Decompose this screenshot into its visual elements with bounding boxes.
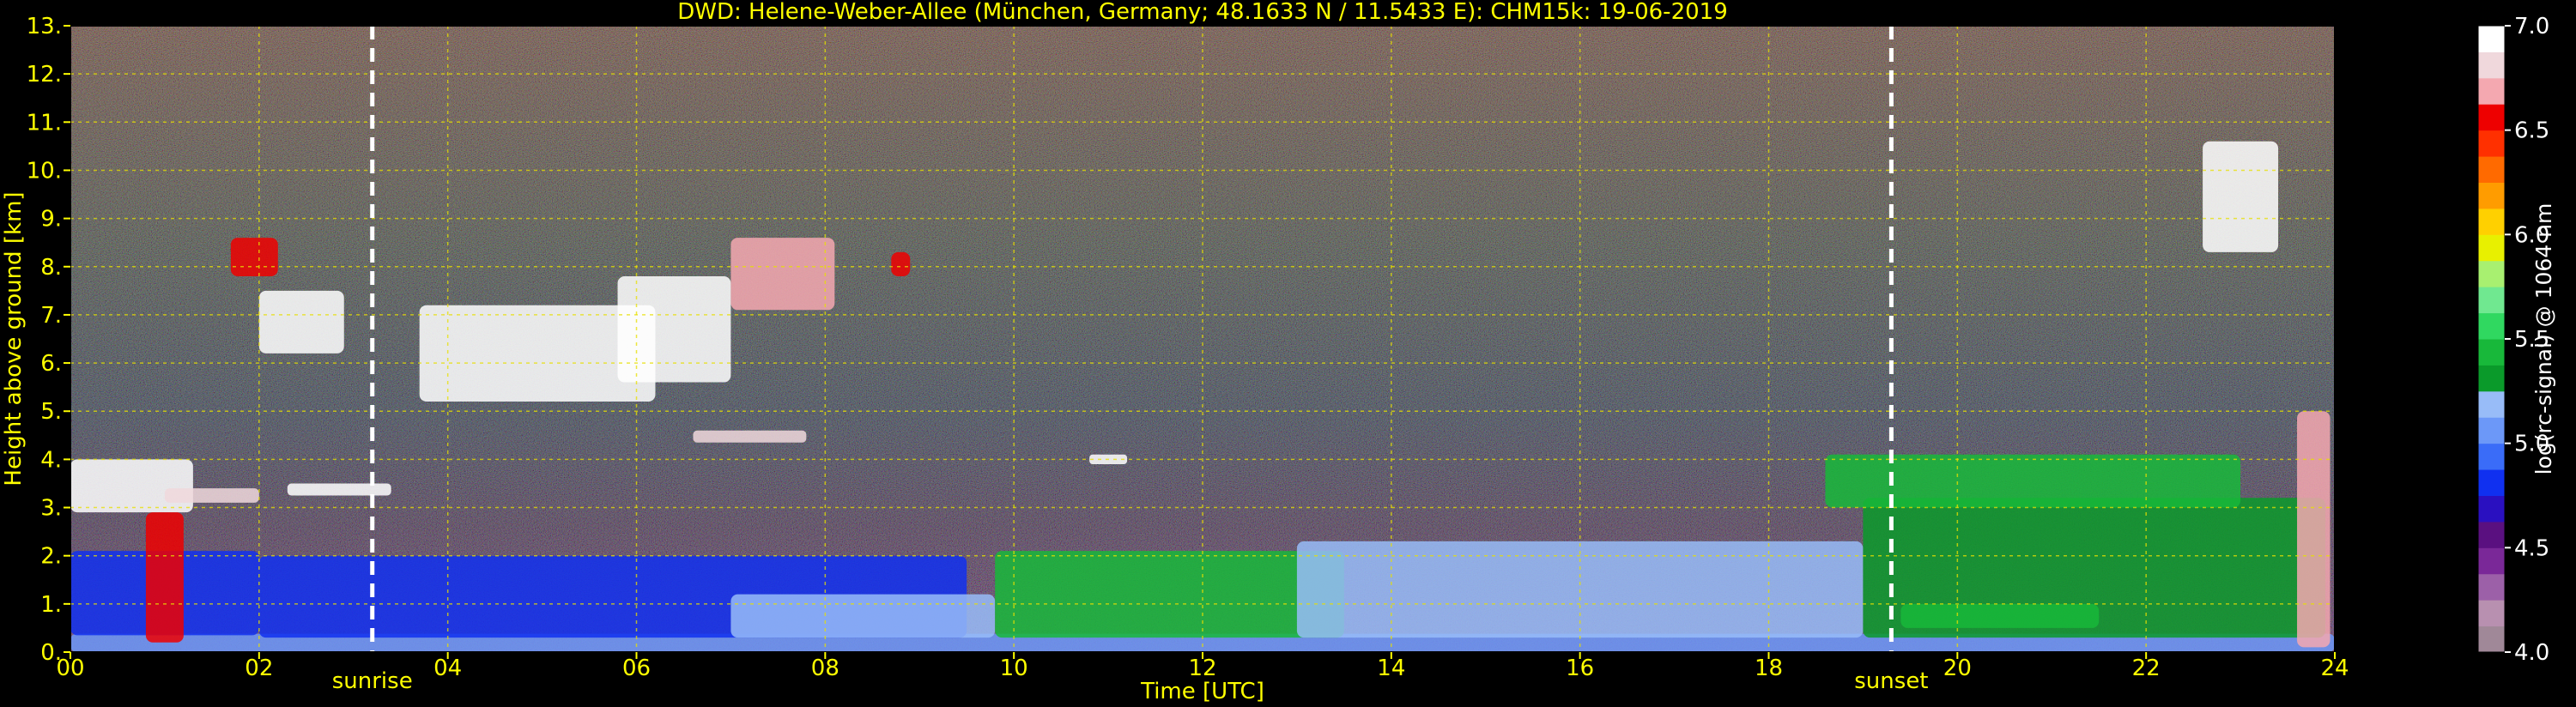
colorbar-segment	[2478, 26, 2505, 52]
signal-feature-20	[891, 251, 911, 276]
colorbar-segment	[2478, 625, 2505, 653]
sunset-label: sunset	[1854, 668, 1928, 694]
y-tick-label: 2.	[40, 544, 62, 570]
y-tick-label: 5.	[40, 399, 62, 425]
colorbar-segment	[2478, 417, 2505, 444]
x-tick-label: 20	[1943, 656, 1972, 681]
y-tick-label: 9.	[40, 207, 62, 233]
signal-feature-16	[617, 276, 731, 383]
signal-feature-3	[730, 594, 996, 638]
signal-feature-13	[258, 290, 344, 354]
y-tick-label: 8.	[40, 255, 62, 281]
colorbar-segment	[2478, 469, 2505, 496]
colorbar-tick-label: 7.0	[2514, 14, 2549, 39]
colorbar-segment	[2478, 312, 2505, 340]
plot-area	[70, 25, 2336, 653]
y-tick-label: 1.	[40, 592, 62, 618]
y-tick-label: 11.	[27, 110, 62, 136]
colorbar-segment	[2478, 182, 2505, 209]
colorbar-segment	[2478, 234, 2505, 262]
signal-feature-22	[2297, 411, 2331, 648]
ceilometer-chart: DWD: Helene-Weber-Allee (München, German…	[1, 0, 2556, 704]
signal-feature-7	[1900, 603, 2100, 628]
colorbar-segment	[2478, 77, 2505, 105]
x-tick-label: 04	[433, 656, 462, 681]
y-tick-label: 12.	[27, 62, 62, 88]
colorbar-segment	[2478, 260, 2505, 287]
colorbar-tick-label: 4.5	[2514, 535, 2549, 561]
sunrise-label: sunrise	[332, 668, 413, 694]
signal-feature-8	[1825, 454, 2241, 508]
x-tick-label: 14	[1377, 656, 1405, 681]
y-tick-label: 13.	[27, 14, 62, 39]
y-tick-label: 6.	[40, 351, 62, 377]
x-tick-label: 18	[1755, 656, 1783, 681]
x-tick-label: 10	[1000, 656, 1028, 681]
colorbar-segment	[2478, 365, 2505, 392]
colorbar-segment	[2478, 130, 2505, 157]
signal-feature-4	[995, 551, 1344, 638]
x-tick-label: 06	[622, 656, 651, 681]
colorbar-segment	[2478, 495, 2505, 523]
x-tick-label: 08	[811, 656, 839, 681]
colorbar-segment	[2478, 573, 2505, 601]
signal-feature-10	[145, 512, 184, 643]
colorbar-segment	[2478, 156, 2505, 183]
y-axis-label: Height above ground [km]	[1, 191, 27, 486]
chart-title: DWD: Helene-Weber-Allee (München, German…	[677, 0, 1728, 25]
colorbar-segment	[2478, 104, 2505, 131]
signal-feature-17	[730, 238, 835, 311]
x-tick-label: 16	[1566, 656, 1594, 681]
colorbar-segment	[2478, 521, 2505, 548]
colorbar-segment	[2478, 600, 2505, 627]
y-axis: 0. 1. 2. 3. 4. 5. 6. 7. 8. 9. 10. 11. 12. 13.	[27, 14, 70, 666]
x-tick-label: 22	[2132, 656, 2161, 681]
colorbar-segment	[2478, 390, 2505, 418]
signal-feature-11	[164, 488, 259, 503]
colorbar-segment	[2478, 443, 2505, 470]
signal-feature-9	[70, 459, 193, 513]
signal-feature-18	[693, 430, 807, 443]
colorbar-segment	[2478, 547, 2505, 575]
colorbar-tick-label: 6.5	[2514, 118, 2549, 144]
signal-feature-12	[230, 238, 278, 276]
x-tick-label: 24	[2320, 656, 2349, 681]
signal-feature-21	[2203, 141, 2279, 252]
y-tick-label: 0.	[40, 640, 62, 666]
colorbar-segment	[2478, 287, 2505, 314]
x-axis-label: Time [UTC]	[1140, 679, 1264, 704]
y-tick-label: 3.	[40, 496, 62, 522]
x-tick-label: 12	[1188, 656, 1216, 681]
colorbar-segment	[2478, 208, 2505, 235]
y-tick-label: 7.	[40, 303, 62, 329]
x-tick-label: 02	[245, 656, 273, 681]
colorbar-tick-label: 4.0	[2514, 640, 2549, 666]
colorbar-segment	[2478, 339, 2505, 366]
y-tick-label: 10.	[27, 158, 62, 184]
colorbar-label: log(rc-signal) @ 1064 nm	[2531, 203, 2556, 475]
signal-feature-14	[287, 483, 391, 496]
colorbar-segment	[2478, 51, 2505, 79]
y-tick-label: 4.	[40, 447, 62, 473]
